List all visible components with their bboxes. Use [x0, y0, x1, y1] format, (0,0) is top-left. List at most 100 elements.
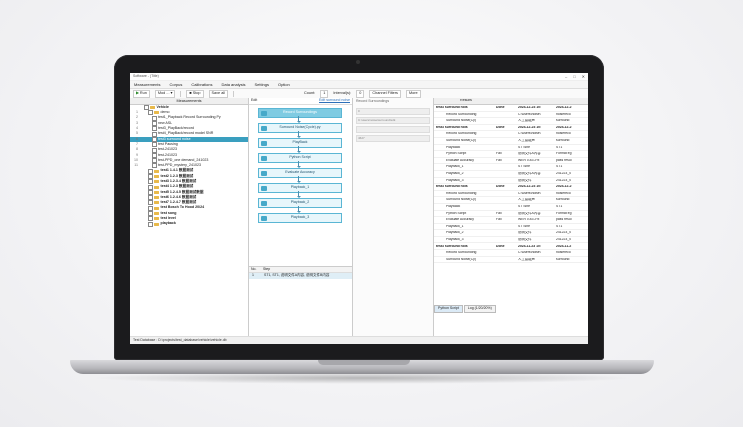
property-field[interactable]: 0	[356, 107, 430, 115]
results-row[interactable]: Python Script Fail 说明文件A内容 Format eg	[434, 211, 588, 218]
results-row[interactable]: Evaluate Accuracy Fail WER 0.83 2% pass res…	[434, 217, 588, 224]
interval-field[interactable]: 0	[356, 90, 365, 98]
tree-checkbox[interactable]	[148, 211, 153, 217]
results-row[interactable]: Surround Noise(Cy) 人工智能声 surround	[434, 257, 588, 264]
results-cell-text: Format eg	[556, 152, 572, 156]
results-row[interactable]: Python Script Fail 说明文件A内容 Format eg	[434, 151, 588, 158]
tree-checkbox[interactable]	[148, 168, 153, 174]
tree-checkbox[interactable]	[152, 121, 157, 127]
results-cell: WER 0.83 2%	[518, 218, 556, 221]
results-cell-text: test3 surround nois	[436, 185, 468, 189]
results-row[interactable]: Record Surrounding C:\users\noise\ noisere…	[434, 250, 588, 257]
menu-calibrations[interactable]: Calibrations	[191, 82, 212, 87]
flow-node[interactable]: Playback_3	[258, 213, 342, 223]
flow-node[interactable]: Playback_2	[258, 198, 342, 208]
tree-checkbox[interactable]	[148, 179, 153, 185]
results-cell: 人工智能声	[518, 198, 556, 201]
results-cell-text: 2024-12-2	[556, 185, 572, 189]
results-row[interactable]: Evaluate Accuracy Fail WER 0.83 2% pass res…	[434, 158, 588, 165]
flow-node[interactable]: Surround Noise(Cycle).py	[258, 123, 342, 133]
count-field[interactable]: 1	[320, 90, 329, 98]
results-row[interactable]: Playback_3 说明文件 241223_0	[434, 237, 588, 244]
edit-button[interactable]: Edit	[251, 99, 257, 103]
tab-log[interactable]: Log (1/20/20%)	[463, 305, 496, 313]
results-row[interactable]: Playback_2 说明文件 241223_0	[434, 230, 588, 237]
results-row[interactable]: Playback_1 ST Sine ST1	[434, 224, 588, 231]
results-cell-text: 人工智能声	[518, 139, 535, 143]
tree-checkbox[interactable]	[152, 115, 157, 121]
run-button[interactable]: ▶ Run	[133, 90, 150, 98]
results-row[interactable]: Record Surrounding C:\users\noise\ noisere…	[434, 191, 588, 198]
tree-checkbox[interactable]	[148, 174, 153, 179]
tab-python-script[interactable]: Python Script	[434, 305, 463, 313]
results-cell-text: test3 surround nois	[436, 244, 468, 248]
tree-checkbox[interactable]	[144, 105, 149, 111]
tree-checkbox[interactable]	[152, 136, 157, 142]
steps-row[interactable]: 1 ST1, ST1, 说明文件A内容, 说明文件B内容	[249, 273, 352, 279]
results-row[interactable]: Surround Noise(Cy) 人工智能声 surround	[434, 138, 588, 145]
results-row[interactable]: PlayBack ST Sine ST1	[434, 145, 588, 152]
results-row[interactable]: Surround Noise(Cy) 人工智能声 surround	[434, 197, 588, 204]
tree-checkbox[interactable]	[148, 195, 153, 201]
results-row[interactable]: test3 surround nois Done 2024-12-23 10: 202…	[434, 184, 588, 191]
flow-node[interactable]: Record Surroundings	[258, 108, 342, 118]
flow-node[interactable]: PlayBack	[258, 138, 342, 148]
flow-node[interactable]: Evaluate Accuracy	[258, 168, 342, 178]
device-select[interactable]: Mod ... ▾	[154, 90, 176, 98]
channel-filter-button[interactable]: Channel Filters	[369, 90, 401, 98]
menu-settings[interactable]: Settings	[255, 82, 269, 87]
tree-checkbox[interactable]	[148, 189, 153, 195]
tree-checkbox[interactable]	[152, 142, 157, 148]
results-cell: Fail	[496, 159, 518, 162]
menu-measurements[interactable]: Measurements	[134, 82, 160, 87]
menu-option[interactable]: Option	[278, 82, 290, 87]
results-row[interactable]: Playback_3 说明文件 241223_0	[434, 178, 588, 185]
tree-checkbox[interactable]	[152, 147, 157, 153]
tree-checkbox[interactable]	[152, 131, 157, 137]
results-row[interactable]: PlayBack ST Sine ST1	[434, 204, 588, 211]
tree-checkbox[interactable]	[148, 221, 153, 227]
results-row[interactable]: test3 surround nois Done 2024-12-23 10: 202…	[434, 125, 588, 132]
results-row[interactable]: Record Surrounding C:\users\noise\ noisere…	[434, 131, 588, 138]
flow-node-label: Record Surroundings	[283, 110, 317, 115]
results-row[interactable]: Record Surrounding C:\users\noise\ noisere…	[434, 112, 588, 119]
flow-node[interactable]: Playback_1	[258, 183, 342, 193]
tree-checkbox[interactable]	[148, 110, 153, 116]
edit-link[interactable]: Edit surround noise	[319, 99, 350, 103]
tree-checkbox[interactable]	[152, 163, 157, 169]
menu-corpus[interactable]: Corpus	[169, 82, 182, 87]
results-row[interactable]: Playback_1 ST Sine ST1	[434, 164, 588, 171]
more-button[interactable]: More	[405, 90, 421, 98]
results-cell-text: PlayBack	[446, 145, 461, 149]
results-row[interactable]: Playback_2 说明文件A内容 241223_0	[434, 171, 588, 178]
results-cell-text: 241223_0	[556, 231, 572, 235]
menu-data-analysis[interactable]: Data analysis	[222, 82, 246, 87]
results-row[interactable]: test3 surround nois Done 2024-11-23 10: 202…	[434, 243, 588, 251]
tree-checkbox[interactable]	[148, 205, 153, 211]
tree-checkbox[interactable]	[148, 200, 153, 206]
results-cell: C:\users\noise\	[518, 113, 556, 116]
property-field[interactable]: C:\users\noise\surround\sdk	[356, 116, 430, 124]
property-field[interactable]	[356, 125, 430, 133]
flow-node[interactable]: Python Script	[258, 153, 342, 163]
minimize-icon[interactable]: –	[565, 74, 567, 79]
results-row[interactable]: test3 surround nois Done 2024-12-23 10: 202…	[434, 105, 588, 112]
tree-item-number: 9	[136, 152, 138, 157]
maximize-icon[interactable]: □	[573, 74, 575, 79]
folder-icon	[154, 206, 159, 210]
tree-checkbox[interactable]	[148, 216, 153, 222]
tree-checkbox[interactable]	[152, 158, 157, 164]
tree-checkbox[interactable]	[152, 126, 157, 132]
save-all-button[interactable]: Save all	[208, 90, 229, 98]
tree-checkbox[interactable]	[148, 184, 153, 190]
results-row[interactable]: Surround Noise(Cy) 人工智能声 surround	[434, 118, 588, 125]
close-icon[interactable]: ✕	[582, 74, 585, 79]
results-cell-text: Record Surrounding	[446, 251, 477, 255]
results-cell: surround	[556, 119, 586, 122]
results-cell-text: noisereco	[556, 112, 571, 116]
tree-checkbox[interactable]	[152, 152, 157, 158]
stop-button[interactable]: ■ Stop	[186, 90, 204, 98]
results-panel: Results test3 surround nois Done 2024-12-2…	[434, 98, 588, 337]
property-field[interactable]: 4627	[356, 134, 430, 142]
tree-item[interactable]: playback	[130, 221, 248, 227]
